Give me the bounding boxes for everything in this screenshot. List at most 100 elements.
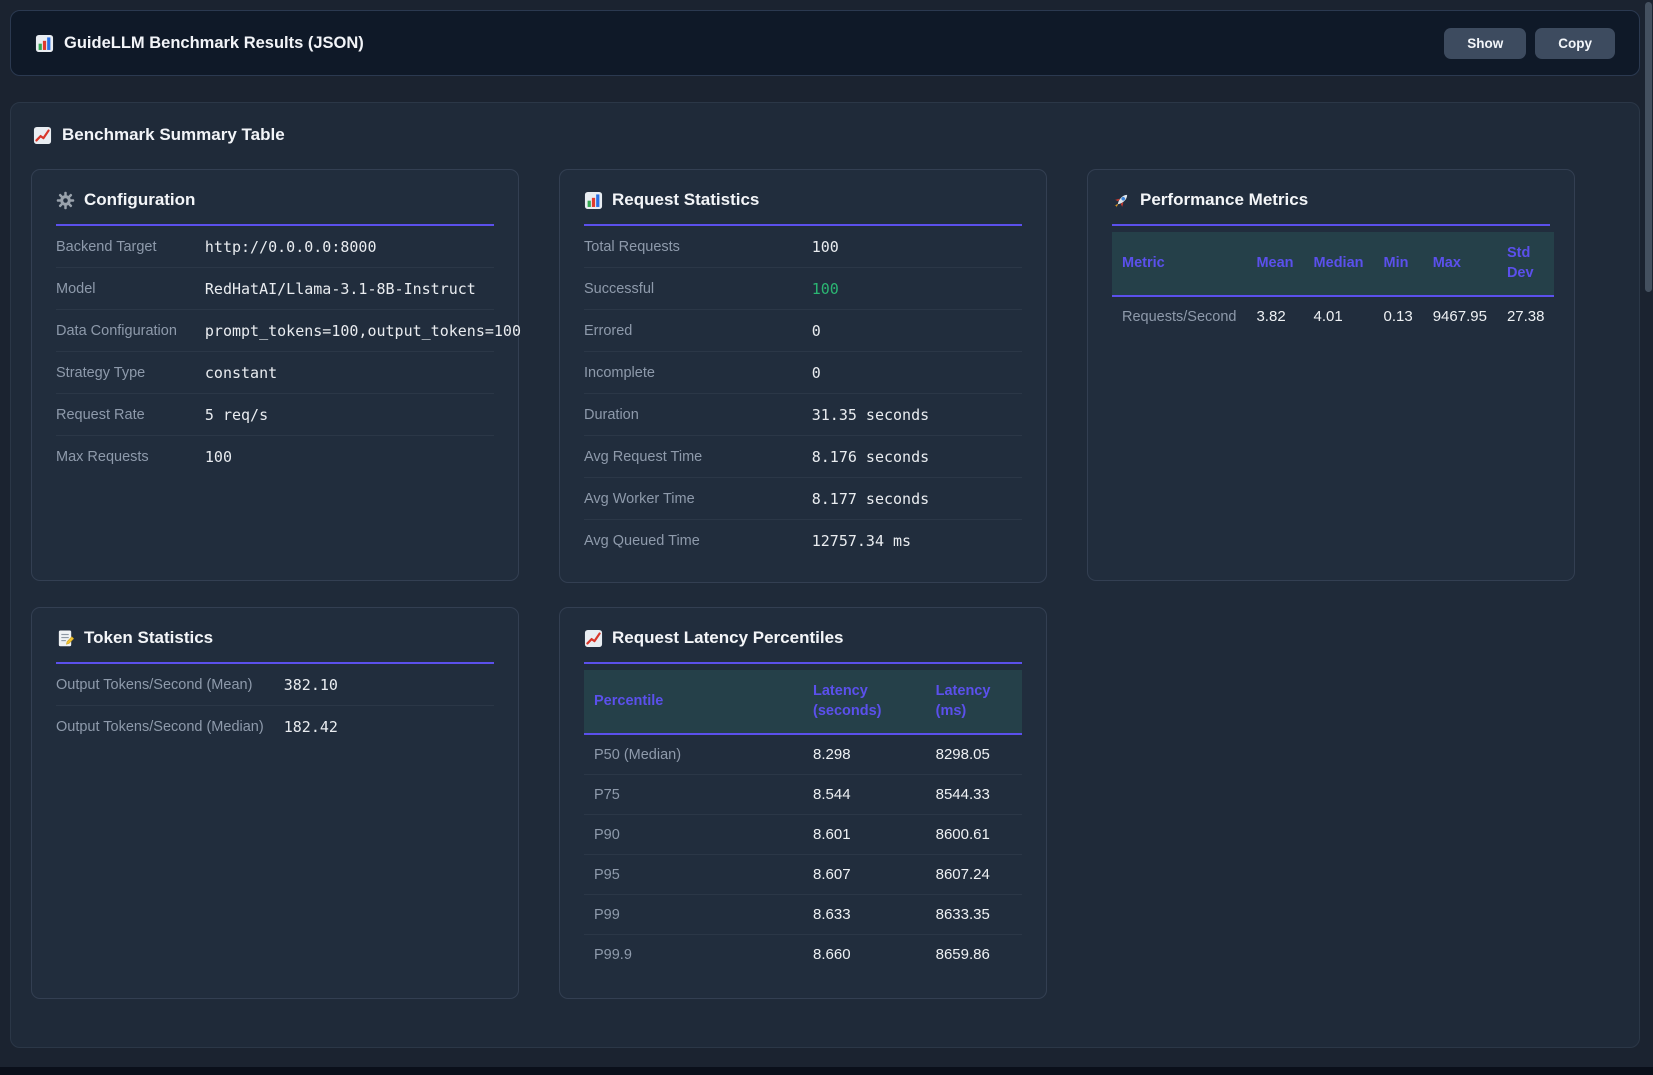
config-row-request-rate: Request Rate 5 req/s <box>56 394 494 436</box>
stat-row-avg-request-time: Avg Request Time 8.176 seconds <box>584 436 1022 478</box>
std-dev-cell: 27.38 <box>1497 296 1555 336</box>
median-cell: 4.01 <box>1304 296 1374 336</box>
latency-ms-cell: 8607.24 <box>926 855 1022 895</box>
min-cell: 0.13 <box>1374 296 1423 336</box>
latency-ms-cell: 8633.35 <box>926 895 1022 935</box>
max-cell: 9467.95 <box>1423 296 1497 336</box>
stat-row-avg-worker-time: Avg Worker Time 8.177 seconds <box>584 478 1022 520</box>
row-label: Successful <box>584 281 812 297</box>
card-token-statistics-header: Token Statistics <box>56 628 494 664</box>
latency-seconds-cell: 8.544 <box>803 775 926 815</box>
stat-row-incomplete: Incomplete 0 <box>584 352 1022 394</box>
table-row-p99-9: P99.9 8.660 8659.86 <box>584 935 1022 975</box>
config-row-data-configuration: Data Configuration prompt_tokens=100,out… <box>56 310 494 352</box>
col-latency-seconds: Latency (seconds) <box>803 670 926 734</box>
table-row: Requests/Second 3.82 4.01 0.13 9467.95 2… <box>1112 296 1554 336</box>
col-mean: Mean <box>1246 232 1303 296</box>
table-row-p95: P95 8.607 8607.24 <box>584 855 1022 895</box>
stat-row-errored: Errored 0 <box>584 310 1022 352</box>
rocket-icon <box>1112 191 1131 210</box>
card-title: Request Statistics <box>612 190 759 210</box>
table-row-p75: P75 8.544 8544.33 <box>584 775 1022 815</box>
card-token-statistics: Token Statistics Output Tokens/Second (M… <box>31 607 519 999</box>
card-title: Performance Metrics <box>1140 190 1308 210</box>
row-value: RedHatAI/Llama-3.1-8B-Instruct <box>205 280 476 298</box>
row-value: 382.10 <box>284 676 338 694</box>
chart-increasing-icon <box>584 629 603 648</box>
latency-percentiles-table: Percentile Latency (seconds) Latency (ms… <box>584 670 1022 974</box>
page-title: GuideLLM Benchmark Results (JSON) <box>64 34 364 53</box>
scrollbar-thumb[interactable] <box>1645 2 1652 292</box>
header-bar: GuideLLM Benchmark Results (JSON) Show C… <box>10 10 1640 76</box>
percentile-cell: P50 (Median) <box>584 734 803 775</box>
col-median: Median <box>1304 232 1374 296</box>
row-label: Output Tokens/Second (Mean) <box>56 677 284 693</box>
row-label: Incomplete <box>584 365 812 381</box>
row-label: Max Requests <box>56 449 205 465</box>
row-label: Total Requests <box>584 239 812 255</box>
row-value: http://0.0.0.0:8000 <box>205 238 377 256</box>
col-latency-ms: Latency (ms) <box>926 670 1022 734</box>
table-header-row: Percentile Latency (seconds) Latency (ms… <box>584 670 1022 734</box>
row-value: 100 <box>812 238 839 256</box>
bar-chart-icon <box>35 34 54 53</box>
row-value-success: 100 <box>812 280 839 298</box>
row-value: prompt_tokens=100,output_tokens=100 <box>205 322 521 340</box>
row-value: 5 req/s <box>205 406 268 424</box>
card-configuration-header: Configuration <box>56 190 494 226</box>
row-value: 182.42 <box>284 718 338 736</box>
gear-icon <box>56 191 75 210</box>
row-value: 8.176 seconds <box>812 448 929 466</box>
percentile-cell: P99 <box>584 895 803 935</box>
row-label: Avg Queued Time <box>584 533 812 549</box>
row-label: Request Rate <box>56 407 205 423</box>
card-title: Token Statistics <box>84 628 213 648</box>
row-value: constant <box>205 364 277 382</box>
show-button[interactable]: Show <box>1444 28 1526 59</box>
row-label: Errored <box>584 323 812 339</box>
performance-metrics-table: Metric Mean Median Min Max Std Dev Reque… <box>1112 232 1554 336</box>
table-row-p90: P90 8.601 8600.61 <box>584 815 1022 855</box>
col-percentile: Percentile <box>584 670 803 734</box>
stat-row-successful: Successful 100 <box>584 268 1022 310</box>
row-label: Output Tokens/Second (Median) <box>56 719 284 735</box>
percentile-cell: P75 <box>584 775 803 815</box>
row-value: 100 <box>205 448 232 466</box>
header-actions: Show Copy <box>1444 28 1615 59</box>
latency-seconds-cell: 8.660 <box>803 935 926 975</box>
config-row-strategy-type: Strategy Type constant <box>56 352 494 394</box>
row-label: Avg Worker Time <box>584 491 812 507</box>
card-request-statistics: Request Statistics Total Requests 100 Su… <box>559 169 1047 583</box>
card-title: Request Latency Percentiles <box>612 628 843 648</box>
token-row-median: Output Tokens/Second (Median) 182.42 <box>56 706 494 748</box>
config-row-backend-target: Backend Target http://0.0.0.0:8000 <box>56 226 494 268</box>
config-row-max-requests: Max Requests 100 <box>56 436 494 478</box>
copy-button[interactable]: Copy <box>1535 28 1615 59</box>
row-label: Strategy Type <box>56 365 205 381</box>
row-label: Data Configuration <box>56 323 205 339</box>
row-label: Backend Target <box>56 239 205 255</box>
percentile-cell: P90 <box>584 815 803 855</box>
latency-ms-cell: 8659.86 <box>926 935 1022 975</box>
section-title: Benchmark Summary Table <box>33 125 1619 145</box>
row-value: 31.35 seconds <box>812 406 929 424</box>
latency-ms-cell: 8298.05 <box>926 734 1022 775</box>
card-latency-percentiles: Request Latency Percentiles Percentile L… <box>559 607 1047 999</box>
cards-grid: Configuration Backend Target http://0.0.… <box>31 169 1619 999</box>
col-std-dev: Std Dev <box>1497 232 1555 296</box>
section-title-label: Benchmark Summary Table <box>62 125 285 145</box>
card-performance-metrics-header: Performance Metrics <box>1112 190 1550 226</box>
latency-seconds-cell: 8.601 <box>803 815 926 855</box>
latency-seconds-cell: 8.607 <box>803 855 926 895</box>
col-min: Min <box>1374 232 1423 296</box>
card-configuration: Configuration Backend Target http://0.0.… <box>31 169 519 581</box>
table-header-row: Metric Mean Median Min Max Std Dev <box>1112 232 1554 296</box>
results-panel: Benchmark Summary Table Configuration Ba… <box>10 102 1640 1048</box>
stat-row-avg-queued-time: Avg Queued Time 12757.34 ms <box>584 520 1022 562</box>
card-title: Configuration <box>84 190 195 210</box>
metric-name-cell: Requests/Second <box>1112 296 1246 336</box>
row-label: Duration <box>584 407 812 423</box>
table-row-p99: P99 8.633 8633.35 <box>584 895 1022 935</box>
row-label: Model <box>56 281 205 297</box>
card-performance-metrics: Performance Metrics Metric Mean Median M… <box>1087 169 1575 581</box>
